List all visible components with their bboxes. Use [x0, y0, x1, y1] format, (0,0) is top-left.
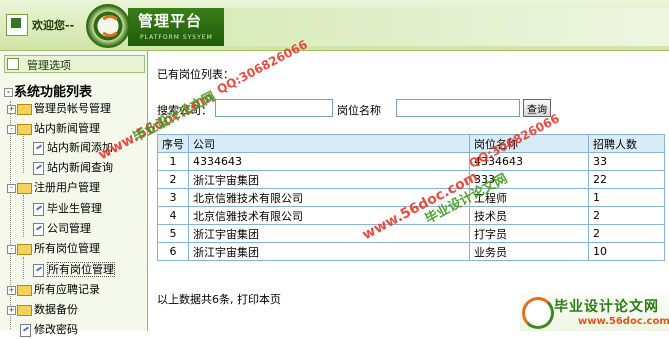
position-search-label: 岗位名称	[337, 104, 381, 117]
sidebar-item-label: 注册用户管理	[34, 181, 100, 194]
cell-index: 1	[157, 152, 189, 171]
cell-headcount: 2	[588, 224, 665, 243]
table-row[interactable]: 5 浙江宇宙集团 打字员 2	[157, 224, 665, 243]
cell-position: 打字员	[469, 224, 589, 243]
column-header: 招聘人数	[588, 134, 665, 153]
top-header: 欢迎您-- 管理平台 PLATFORM SYSYEM	[0, 0, 669, 51]
document-icon	[20, 323, 31, 337]
folder-icon	[17, 304, 32, 316]
column-header: 序号	[157, 134, 189, 153]
cell-index: 5	[157, 224, 189, 243]
sidebar-item-news-management[interactable]: - 站内新闻管理	[7, 120, 100, 138]
document-icon	[33, 161, 44, 175]
cell-position: 业务员	[469, 242, 589, 261]
cell-headcount: 1	[588, 188, 665, 207]
cell-company: 浙江宇宙集团	[188, 242, 470, 261]
expand-icon[interactable]: +	[7, 285, 16, 295]
sidebar-item-companies[interactable]: 公司管理	[33, 220, 91, 238]
cell-index: 4	[157, 206, 189, 225]
cell-index: 2	[157, 170, 189, 189]
sidebar-title: - 系统功能列表	[4, 81, 92, 100]
collapse-icon[interactable]: -	[4, 88, 13, 97]
corner-logo-icon	[522, 297, 554, 329]
cell-company: 浙江宇宙集团	[188, 224, 470, 243]
cell-position: 技术员	[469, 206, 589, 225]
cell-index: 3	[157, 188, 189, 207]
document-icon	[33, 222, 44, 236]
sidebar-item-users[interactable]: - 注册用户管理	[7, 179, 100, 197]
folder-icon	[17, 103, 32, 115]
sidebar-item-label: 管理员帐号管理	[34, 102, 111, 115]
collapse-icon[interactable]: -	[7, 183, 16, 193]
sidebar-item-label: 毕业生管理	[47, 202, 102, 215]
sidebar-item-label: 公司管理	[47, 222, 91, 235]
expand-icon[interactable]: +	[7, 305, 16, 315]
options-icon	[7, 58, 19, 70]
app-badge-icon	[6, 14, 28, 36]
column-header: 公司	[188, 134, 470, 153]
sidebar: 管理选项 - 系统功能列表 + 管理员帐号管理 - 站内新闻管理 站内新闻添加 站内新…	[0, 51, 148, 337]
logo-icon	[86, 4, 130, 48]
sidebar-item-label: 所有应聘记录	[34, 283, 100, 296]
positions-table: 序号 公司 岗位名称 招聘人数 1 4334643 4334643 33 2 浙…	[157, 134, 665, 261]
folder-icon	[17, 284, 32, 296]
sidebar-item-change-password[interactable]: 修改密码	[20, 321, 78, 339]
folder-open-icon	[17, 123, 32, 135]
collapse-icon[interactable]: -	[7, 244, 16, 254]
title-banner: 管理平台 PLATFORM SYSYEM	[128, 8, 224, 46]
folder-open-icon	[17, 243, 32, 255]
sidebar-item-all-positions[interactable]: 所有岗位管理	[33, 261, 115, 279]
app-subtitle: PLATFORM SYSYEM	[140, 34, 213, 41]
sidebar-item-applications[interactable]: + 所有应聘记录	[7, 281, 100, 299]
cell-headcount: 10	[588, 242, 665, 261]
expand-icon[interactable]: +	[7, 104, 16, 114]
sidebar-item-label: 修改密码	[34, 323, 78, 336]
sidebar-item-label: 数据备份	[34, 303, 78, 316]
corner-logo-url: www.56doc.com	[578, 316, 669, 327]
cell-index: 6	[157, 242, 189, 261]
sidebar-item-admin-accounts[interactable]: + 管理员帐号管理	[7, 100, 111, 118]
position-search-input[interactable]	[396, 99, 520, 117]
cell-headcount: 33	[588, 152, 665, 171]
document-icon	[33, 263, 44, 277]
corner-logo-title: 毕业设计论文网	[554, 299, 659, 315]
sidebar-item-backup[interactable]: + 数据备份	[7, 301, 78, 319]
sidebar-tab-label: 管理选项	[27, 59, 71, 72]
tree-guide-line	[23, 195, 25, 237]
table-row[interactable]: 1 4334643 4334643 33	[157, 152, 665, 171]
sidebar-item-positions[interactable]: - 所有岗位管理	[7, 240, 100, 258]
cell-headcount: 2	[588, 206, 665, 225]
logo-mark-icon	[99, 15, 121, 37]
record-count-text: 以上数据共6条, 打印本页	[157, 293, 281, 306]
company-search-input[interactable]	[215, 99, 333, 117]
sidebar-item-label: 所有岗位管理	[47, 262, 115, 277]
table-header-row: 序号 公司 岗位名称 招聘人数	[157, 134, 665, 153]
collapse-icon[interactable]: -	[7, 124, 16, 134]
sidebar-title-text: 系统功能列表	[14, 85, 93, 100]
header-shade	[224, 8, 669, 46]
sidebar-tab-options[interactable]: 管理选项	[4, 55, 145, 73]
cell-company: 4334643	[188, 152, 470, 171]
sidebar-item-label: 站内新闻管理	[34, 122, 100, 135]
sidebar-item-news-query[interactable]: 站内新闻查询	[33, 159, 113, 177]
tree-guide-line	[23, 257, 25, 279]
cell-company: 浙江宇宙集团	[188, 170, 470, 189]
welcome-text: 欢迎您--	[32, 19, 75, 32]
sidebar-item-graduates[interactable]: 毕业生管理	[33, 200, 102, 218]
cell-headcount: 22	[588, 170, 665, 189]
table-row[interactable]: 6 浙江宇宙集团 业务员 10	[157, 242, 665, 261]
folder-open-icon	[17, 182, 32, 194]
corner-logo: 毕业设计论文网 www.56doc.com	[520, 294, 669, 331]
sidebar-item-label: 所有岗位管理	[34, 242, 100, 255]
table-row[interactable]: 2 浙江宇宙集团 333 22	[157, 170, 665, 189]
app-title: 管理平台	[138, 12, 203, 30]
document-icon	[33, 141, 44, 155]
document-icon	[33, 202, 44, 216]
